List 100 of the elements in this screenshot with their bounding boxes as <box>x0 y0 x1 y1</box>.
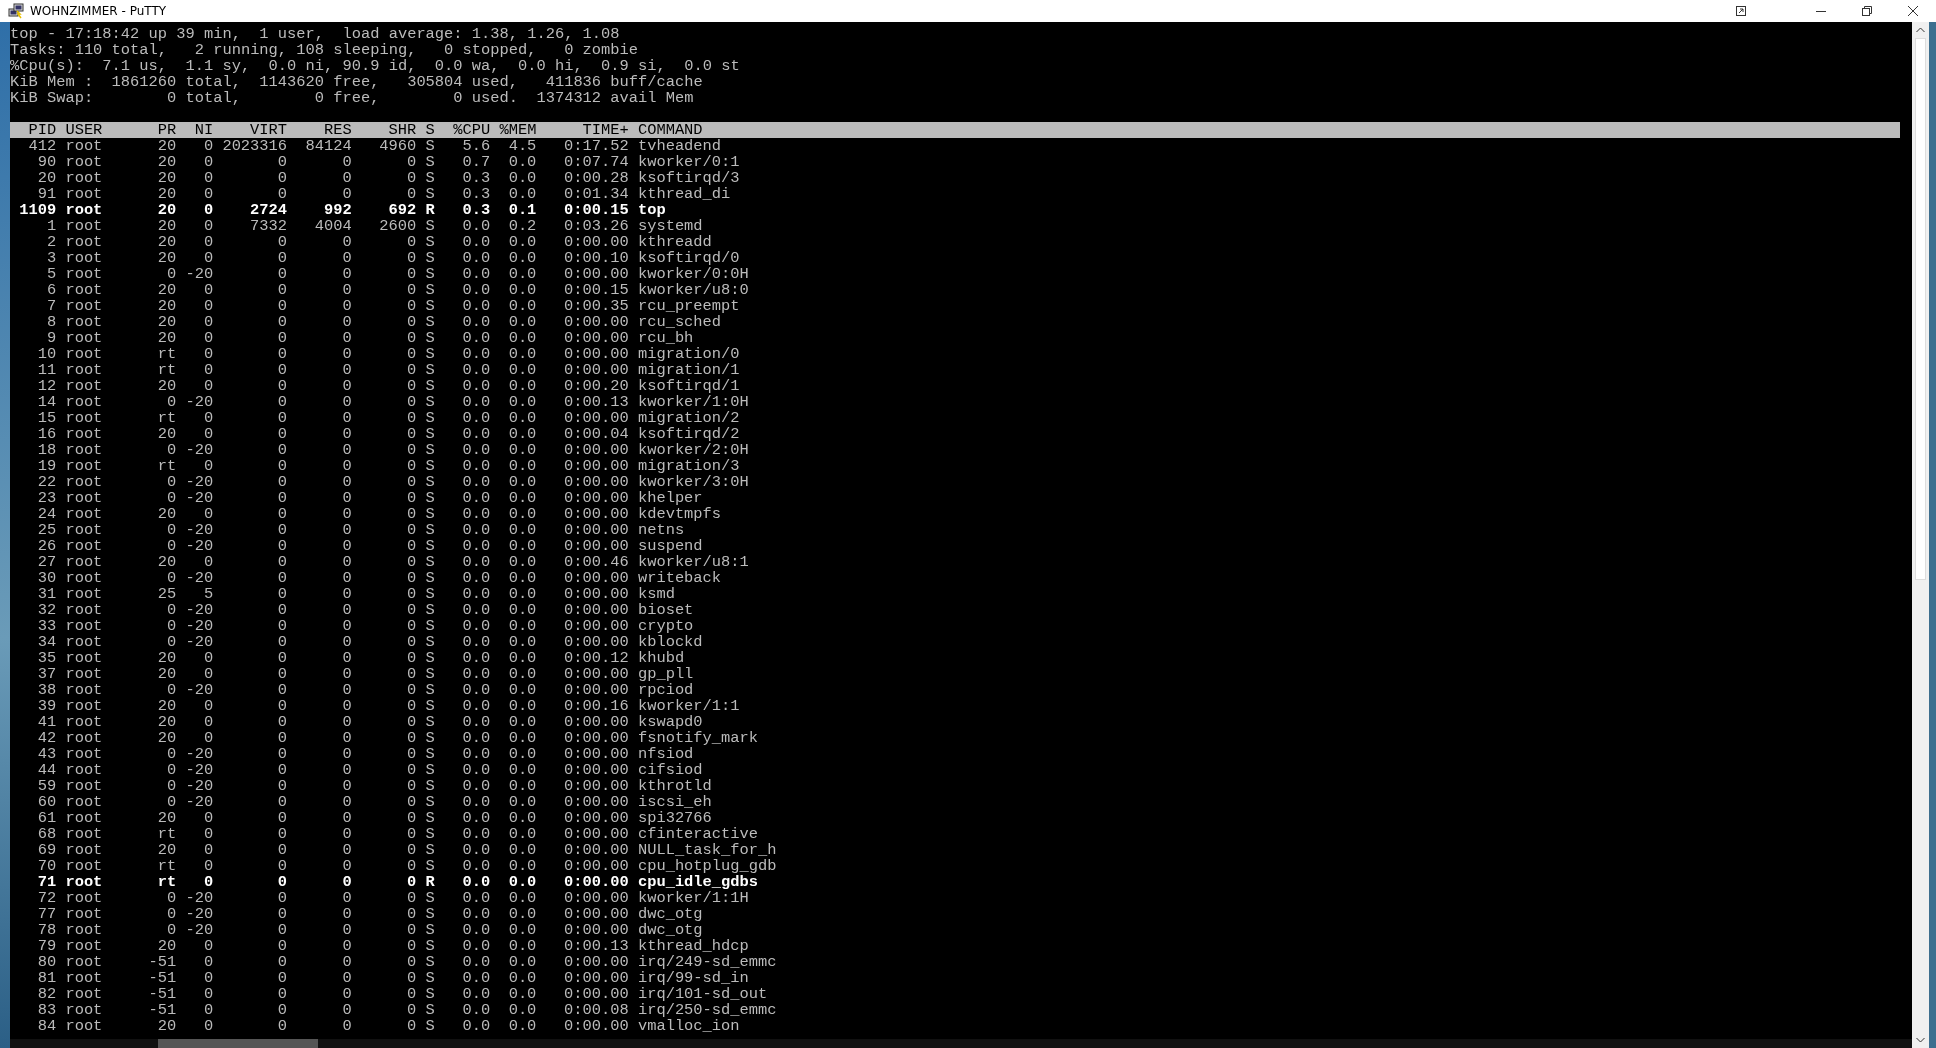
table-cell: rcu_bh <box>637 330 694 346</box>
vertical-scrollbar[interactable] <box>1912 22 1929 1048</box>
table-cell-text: 91 <box>36 186 57 202</box>
scrollbar-thumb[interactable] <box>1915 38 1926 580</box>
table-cell-text: 0 <box>406 362 417 378</box>
table-cell-text: 0:00.16 <box>563 698 629 714</box>
table-cell-text: 0 <box>406 490 417 506</box>
table-cell-text: 0 <box>202 506 214 522</box>
table-cell-text: 0:00.00 <box>563 458 629 474</box>
table-cell-text: 0 <box>341 426 352 442</box>
table-cell: kworker/u8:1 <box>637 554 749 570</box>
table-cell-text: 0.0 <box>507 730 537 746</box>
table-cell: S <box>425 954 435 970</box>
table-cell: -20 <box>185 906 214 922</box>
table-cell-text: 0 <box>341 778 352 794</box>
table-cell-text: 0 <box>165 490 177 506</box>
table-cell-text: 3 <box>45 250 57 266</box>
table-cell-text: 0.0 <box>461 586 491 602</box>
table-cell: -20 <box>185 778 214 794</box>
table-cell-text: 0.0 <box>461 778 491 794</box>
table-cell-text: 0 <box>276 426 288 442</box>
table-cell-text: root <box>65 698 104 714</box>
table-cell-text: 0.0 <box>461 330 491 346</box>
table-cell: R <box>425 874 435 890</box>
table-cell-text: 0.0 <box>461 762 491 778</box>
table-cell: tvheadend <box>637 138 722 154</box>
table-cell-text: 23 <box>36 490 57 506</box>
table-cell-text: 1 <box>45 218 57 234</box>
table-cell-text: 43 <box>36 746 57 762</box>
table-cell-text: 0 <box>276 154 288 170</box>
table-cell-text: 0.0 <box>461 682 491 698</box>
table-cell-text: 0 <box>341 474 352 490</box>
table-cell-text: 68 <box>36 826 57 842</box>
table-cell-text: 0 <box>276 682 288 698</box>
table-cell-text: 0 <box>341 922 352 938</box>
table-cell-text: 0 <box>406 506 417 522</box>
table-cell-text: root <box>65 730 104 746</box>
table-cell-text: 5.6 <box>461 138 491 154</box>
table-cell-text: root <box>65 170 104 186</box>
table-cell: S <box>425 714 435 730</box>
table-cell-text: 0:00.00 <box>563 986 629 1002</box>
horizontal-scrollbar[interactable] <box>10 1039 1912 1048</box>
table-cell-text: 0 <box>406 730 417 746</box>
table-cell: S <box>425 170 435 186</box>
table-cell-text: 0 <box>406 346 417 362</box>
close-icon <box>1907 5 1919 17</box>
table-cell-text: 25 <box>36 522 57 538</box>
table-cell: dwc_otg <box>637 922 703 938</box>
table-cell-text: 0.0 <box>461 698 491 714</box>
table-cell-text: 0 <box>341 634 352 650</box>
table-cell: rcu_preempt <box>637 298 740 314</box>
table-cell-text: 0.0 <box>507 970 537 986</box>
table-cell-text: 0.0 <box>507 490 537 506</box>
scroll-up-icon[interactable] <box>1916 27 1925 33</box>
table-cell: S <box>425 938 435 954</box>
table-cell: S <box>425 266 435 282</box>
table-cell: S <box>425 138 435 154</box>
table-cell-text: 0.0 <box>507 250 537 266</box>
table-cell-text: 0 <box>165 522 177 538</box>
table-cell-text: 0 <box>276 986 288 1002</box>
table-cell-text: 0 <box>341 330 352 346</box>
table-cell-text: 0 <box>276 618 288 634</box>
table-cell-text: 0 <box>406 186 417 202</box>
table-cell-text: 0 <box>406 954 417 970</box>
table-cell-text: rt <box>156 362 177 378</box>
table-cell-text: 0:00.00 <box>563 474 629 490</box>
table-cell-text: 0 <box>406 410 417 426</box>
table-cell-text: 0 <box>202 970 214 986</box>
table-cell-text: root <box>65 794 104 810</box>
table-cell-text: 0 <box>406 810 417 826</box>
column-header: VIRT <box>249 122 288 138</box>
table-cell-text: 0 <box>202 170 214 186</box>
table-cell-text: 0:00.00 <box>563 666 629 682</box>
table-cell-text: 0.0 <box>461 554 491 570</box>
table-cell-text: root <box>65 314 104 330</box>
table-cell-text: 0.0 <box>461 298 491 314</box>
table-cell-text: 0 <box>406 938 417 954</box>
table-cell-text: 0 <box>276 762 288 778</box>
table-cell-text: 25 <box>156 586 177 602</box>
table-cell-text: 0 <box>406 250 417 266</box>
table-cell-text: 20 <box>156 938 177 954</box>
table-cell-text: 0 <box>276 826 288 842</box>
table-cell-text: 37 <box>36 666 57 682</box>
table-cell-text: 0.0 <box>461 874 491 890</box>
table-cell-text: 0.0 <box>507 378 537 394</box>
table-cell-text: 0:00.00 <box>563 906 629 922</box>
table-cell-text: root <box>65 682 104 698</box>
table-cell: cifsiod <box>637 762 703 778</box>
table-cell-text: 77 <box>36 906 57 922</box>
table-cell-text: 4004 <box>313 218 352 234</box>
table-cell: -20 <box>185 634 214 650</box>
table-cell-text: 0.0 <box>461 618 491 634</box>
table-cell-text: 0 <box>202 698 214 714</box>
table-cell-text: 0 <box>406 458 417 474</box>
table-cell-text: 0 <box>406 682 417 698</box>
table-cell-text: 20 <box>156 138 177 154</box>
table-cell-text: 0 <box>165 682 177 698</box>
scrollbar-thumb[interactable] <box>158 1039 318 1048</box>
table-cell-text: 0.0 <box>507 922 537 938</box>
scroll-down-icon[interactable] <box>1916 1037 1925 1043</box>
